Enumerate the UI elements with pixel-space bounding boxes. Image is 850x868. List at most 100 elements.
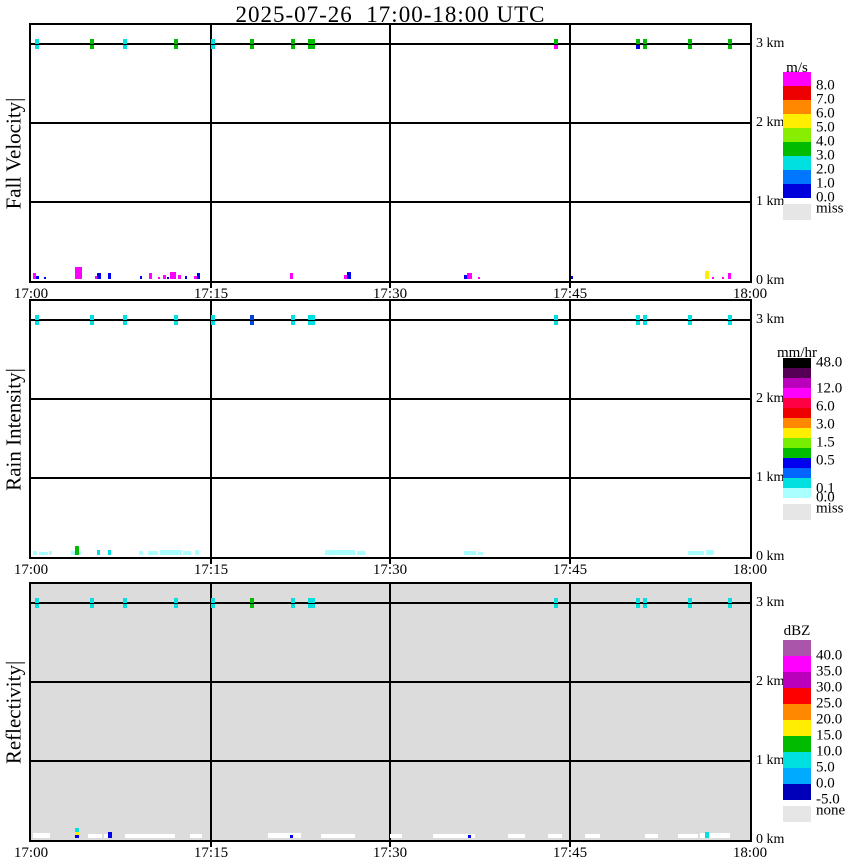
data-mark	[291, 321, 295, 325]
legend-color-block	[783, 100, 811, 114]
data-mark	[688, 315, 692, 320]
x-tick-label: 17:45	[552, 562, 588, 578]
data-mark	[291, 604, 295, 608]
legend-color-block	[783, 72, 811, 86]
legend-color-block	[783, 438, 811, 448]
data-mark	[250, 45, 254, 49]
data-mark	[728, 39, 732, 44]
axis-tick	[569, 301, 571, 306]
time-gridline	[389, 584, 391, 840]
data-mark	[728, 598, 732, 603]
data-mark	[36, 276, 39, 279]
legend-color-block	[783, 368, 811, 378]
data-mark	[268, 833, 301, 838]
time-gridline	[569, 584, 571, 840]
data-mark	[90, 604, 94, 608]
data-mark	[163, 275, 166, 279]
data-mark	[33, 551, 37, 555]
data-mark	[139, 551, 143, 555]
data-mark	[211, 315, 215, 320]
legend-color-block	[783, 640, 811, 656]
legend-color-block	[783, 142, 811, 156]
data-mark	[467, 273, 472, 279]
data-mark	[90, 315, 94, 320]
data-mark	[123, 321, 127, 325]
data-mark	[211, 321, 215, 325]
data-mark	[108, 273, 111, 279]
legend-color-block	[783, 720, 811, 736]
data-mark	[44, 277, 46, 279]
y-km-label: 2 km	[756, 115, 785, 130]
x-tick-label: 17:00	[13, 562, 49, 578]
data-mark	[678, 834, 698, 838]
legend-miss-block	[783, 504, 811, 520]
data-mark	[167, 277, 169, 279]
data-mark	[170, 272, 176, 279]
data-mark	[347, 272, 351, 279]
data-mark	[688, 598, 692, 603]
data-mark	[75, 828, 79, 832]
data-mark	[688, 321, 692, 325]
data-mark	[35, 45, 39, 49]
data-mark	[571, 276, 573, 279]
data-mark	[291, 45, 295, 49]
data-mark	[643, 604, 647, 608]
data-mark	[125, 834, 175, 838]
data-mark	[108, 832, 112, 838]
data-mark	[643, 598, 647, 603]
legend-color-block	[783, 398, 811, 408]
data-mark	[548, 834, 562, 838]
legend-tick-label: 0.5	[816, 452, 835, 469]
data-mark	[195, 550, 199, 555]
data-mark	[308, 321, 315, 325]
data-mark	[123, 39, 127, 44]
data-mark	[90, 45, 94, 49]
legend-color-block	[783, 448, 811, 458]
data-mark	[211, 598, 215, 603]
data-mark	[49, 551, 52, 555]
data-mark	[291, 39, 295, 44]
data-mark	[178, 275, 181, 279]
legend-color-block	[783, 170, 811, 184]
data-mark	[211, 45, 215, 49]
data-mark	[90, 321, 94, 325]
legend-tick-label: 35.0	[816, 663, 843, 680]
data-mark	[308, 45, 315, 49]
data-mark	[291, 598, 295, 603]
data-mark	[722, 277, 724, 279]
data-mark	[554, 604, 558, 608]
legend-tick-label: 30.0	[816, 679, 843, 696]
data-mark	[174, 598, 178, 603]
legend-tick-label: 6.0	[816, 398, 835, 415]
data-mark	[174, 39, 178, 44]
data-mark	[174, 45, 178, 49]
panel-axis-label: Fall Velocity|	[1, 97, 26, 210]
data-mark	[308, 604, 315, 608]
data-mark	[554, 598, 558, 603]
y-km-label: 1 km	[756, 194, 785, 209]
data-mark	[174, 315, 178, 320]
data-mark	[464, 551, 476, 555]
data-mark	[728, 315, 732, 320]
data-mark	[35, 39, 39, 44]
legend-color-block	[783, 378, 811, 388]
legend-tick-label: 25.0	[816, 695, 843, 712]
data-mark	[390, 834, 402, 838]
data-mark	[357, 551, 365, 555]
x-tick-label: 17:15	[193, 562, 229, 578]
legend-tick-label: 40.0	[816, 647, 843, 664]
legend-color-block	[783, 478, 811, 488]
legend-color-block	[783, 156, 811, 170]
legend-miss-label: miss	[816, 200, 844, 217]
legend-color-block	[783, 768, 811, 784]
legend-miss-block	[783, 204, 811, 220]
legend-color-block	[783, 114, 811, 128]
data-mark	[211, 39, 215, 44]
legend-tick-label: 3.0	[816, 416, 835, 433]
data-mark	[290, 835, 293, 838]
data-mark	[554, 315, 558, 320]
data-mark	[97, 550, 100, 555]
data-mark	[291, 315, 295, 320]
legend-color-block	[783, 488, 811, 498]
data-mark	[478, 552, 483, 555]
